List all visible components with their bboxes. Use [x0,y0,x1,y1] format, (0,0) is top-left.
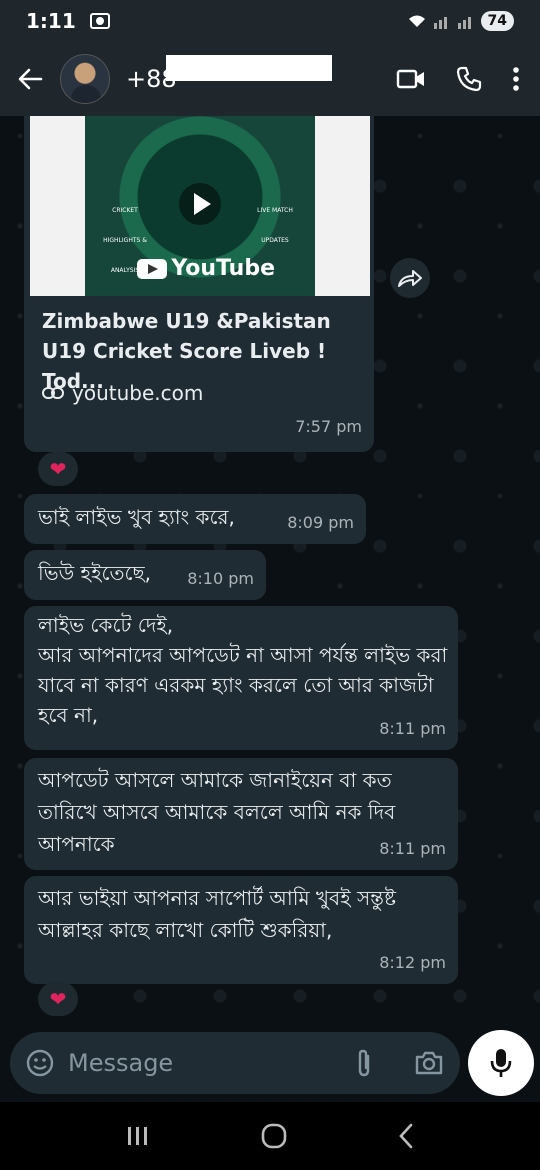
link-icon [42,387,64,399]
avatar[interactable] [60,54,110,104]
signal-icon-2 [457,17,471,29]
mic-button[interactable] [468,1030,534,1096]
play-icon[interactable] [178,182,222,226]
signal-icon [433,17,447,29]
message-time: 8:11 pm [379,839,446,858]
heart-icon: ❤ [49,987,67,1011]
message-text: ভাই লাইভ খুব হ্যাং করে, [38,505,235,529]
heart-reaction[interactable]: ❤ [38,982,78,1016]
message-time: 8:10 pm [187,569,254,588]
message-placeholder[interactable]: Message [68,1049,354,1077]
system-nav-bar [0,1102,540,1170]
thumbnail-image: CRICKET HIGHLIGHTS & ANALYSIS LIVE MATCH… [85,116,315,296]
status-indicators: 74 [407,11,514,31]
message-bubble[interactable]: ভিউ হইতেছে, 8:10 pm [24,550,266,600]
message-text: লাইভ কেটে দেই, আর আপনাদের আপডেট না আসা প… [38,613,448,727]
message-bubble[interactable]: আপডেট আসলে আমাকে জানাইয়েন বা কত তারিখে … [24,758,458,870]
contact-name[interactable]: +88 [126,55,332,93]
heart-reaction[interactable]: ❤ [38,452,78,486]
voice-call-icon[interactable] [456,66,482,92]
header-actions [396,66,540,92]
nav-back-icon[interactable] [398,1123,414,1149]
mic-icon [490,1049,512,1077]
message-composer: Message [0,1030,540,1102]
chat-area[interactable]: CRICKET HIGHLIGHTS & ANALYSIS LIVE MATCH… [0,116,540,1030]
message-time: 7:57 pm [295,417,362,436]
message-input[interactable]: Message [10,1032,460,1094]
youtube-logo-text: YouTube [171,256,275,281]
message-bubble[interactable]: আর ভাইয়া আপনার সাপোর্ট আমি খুবই সন্তুষ্… [24,876,458,984]
recents-icon[interactable] [126,1125,150,1147]
back-arrow-icon [18,68,43,90]
forward-button[interactable] [390,258,430,298]
attach-icon[interactable] [354,1048,374,1078]
video-call-icon[interactable] [396,68,426,90]
youtube-play-icon [137,259,168,279]
camera-icon[interactable] [414,1050,444,1076]
emoji-icon[interactable] [26,1049,54,1077]
link-domain[interactable]: youtube.com [42,378,203,408]
forward-icon [398,270,422,287]
battery-indicator: 74 [480,11,514,31]
message-time: 8:09 pm [287,513,354,532]
back-button[interactable] [0,42,60,116]
message-bubble[interactable]: ভাই লাইভ খুব হ্যাং করে, 8:09 pm [24,494,366,544]
link-thumbnail[interactable]: CRICKET HIGHLIGHTS & ANALYSIS LIVE MATCH… [30,116,370,296]
heart-icon: ❤ [49,457,67,481]
wifi-icon [408,15,425,27]
status-bar: 1:11 74 [0,0,540,42]
thumbnail-right-text: LIVE MATCH UPDATES [257,207,293,244]
youtube-logo: YouTube [137,254,275,284]
home-icon[interactable] [261,1123,287,1149]
message-time: 8:12 pm [379,953,446,972]
screen-record-icon [89,13,110,29]
link-preview-bubble[interactable]: CRICKET HIGHLIGHTS & ANALYSIS LIVE MATCH… [24,116,374,452]
message-text: ভিউ হইতেছে, [38,561,152,585]
message-text: আর ভাইয়া আপনার সাপোর্ট আমি খুবই সন্তুষ্… [38,886,396,942]
message-bubble[interactable]: লাইভ কেটে দেই, আর আপনাদের আপডেট না আসা প… [24,606,458,750]
status-time: 1:11 [26,9,76,33]
chat-header: +88 [0,42,540,116]
message-time: 8:11 pm [379,719,446,738]
link-domain-text: youtube.com [72,381,204,405]
redaction-box [166,55,332,81]
more-options-icon[interactable] [512,66,520,92]
